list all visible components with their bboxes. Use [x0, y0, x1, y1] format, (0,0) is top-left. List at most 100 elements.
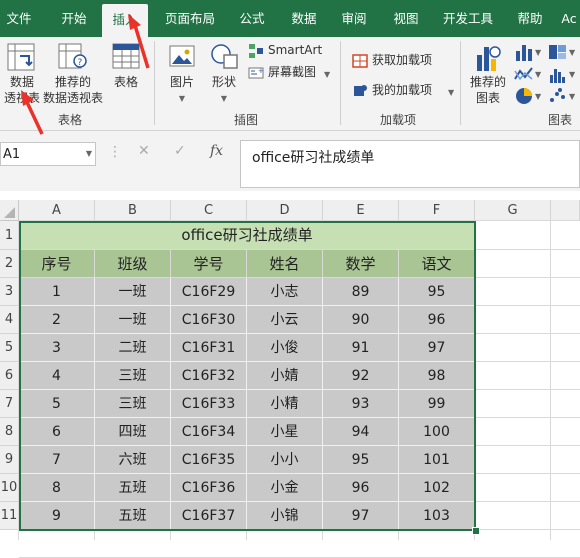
data-cell[interactable]: 3: [19, 334, 95, 362]
pie-chart-button[interactable]: ▼: [514, 87, 544, 107]
data-cell[interactable]: C16F35: [171, 446, 247, 474]
row-header-3[interactable]: 3: [0, 278, 19, 306]
data-cell[interactable]: 97: [323, 502, 399, 530]
row-header-7[interactable]: 7: [0, 390, 19, 418]
insert-function-icon[interactable]: fx: [210, 143, 223, 159]
data-cell[interactable]: 一班: [95, 306, 171, 334]
my-addins-button[interactable]: 我的加载项 ▼: [352, 81, 454, 101]
row-header-8[interactable]: 8: [0, 418, 19, 446]
data-cell[interactable]: C16F33: [171, 390, 247, 418]
data-cell[interactable]: 91: [323, 334, 399, 362]
column-header-f[interactable]: F: [399, 200, 475, 221]
data-cell[interactable]: 90: [323, 306, 399, 334]
data-cell[interactable]: 5: [19, 390, 95, 418]
data-cell[interactable]: 96: [323, 474, 399, 502]
tab-page-layout[interactable]: 页面布局: [158, 0, 222, 37]
column-chart-button[interactable]: ▼: [514, 43, 544, 63]
cancel-icon[interactable]: ✕: [138, 143, 150, 159]
column-heading-cell[interactable]: 语文: [399, 250, 475, 278]
column-heading-cell[interactable]: 数学: [323, 250, 399, 278]
data-cell[interactable]: 96: [399, 306, 475, 334]
column-header-c[interactable]: C: [171, 200, 247, 221]
drag-handle-icon[interactable]: ⋮: [108, 144, 122, 160]
data-cell[interactable]: C16F30: [171, 306, 247, 334]
table-button[interactable]: 表格: [108, 41, 144, 107]
data-cell[interactable]: 小小: [247, 446, 323, 474]
data-cell[interactable]: 小星: [247, 418, 323, 446]
data-cell[interactable]: 6: [19, 418, 95, 446]
data-cell[interactable]: 五班: [95, 502, 171, 530]
data-cell[interactable]: 92: [323, 362, 399, 390]
recommended-charts-button[interactable]: 推荐的 图表: [466, 41, 510, 107]
pivot-table-button[interactable]: 数据 透视表: [2, 41, 40, 107]
data-cell[interactable]: 三班: [95, 362, 171, 390]
hierarchy-chart-button[interactable]: ▼: [548, 43, 578, 63]
sheet-title-cell[interactable]: office研习社成绩单: [19, 221, 475, 250]
data-cell[interactable]: 9: [19, 502, 95, 530]
column-heading-cell[interactable]: 序号: [19, 250, 95, 278]
column-header-b[interactable]: B: [95, 200, 171, 221]
column-header-g[interactable]: G: [475, 200, 551, 221]
pictures-button[interactable]: 图片 ▼: [164, 41, 200, 107]
data-cell[interactable]: 小精: [247, 390, 323, 418]
data-cell[interactable]: 97: [399, 334, 475, 362]
screenshot-button[interactable]: + 屏幕截图 ▼: [248, 63, 334, 83]
data-cell[interactable]: 4: [19, 362, 95, 390]
tab-view[interactable]: 视图: [384, 0, 428, 37]
formula-input[interactable]: office研习社成绩单: [240, 140, 580, 188]
data-cell[interactable]: 小俊: [247, 334, 323, 362]
tab-help[interactable]: 帮助: [508, 0, 552, 37]
get-addins-button[interactable]: 获取加载项: [352, 51, 442, 71]
data-cell[interactable]: 二班: [95, 334, 171, 362]
data-cell[interactable]: 95: [323, 446, 399, 474]
data-cell[interactable]: 7: [19, 446, 95, 474]
line-chart-button[interactable]: ▼: [514, 65, 544, 85]
tab-data[interactable]: 数据: [282, 0, 326, 37]
data-cell[interactable]: 四班: [95, 418, 171, 446]
data-cell[interactable]: 95: [399, 278, 475, 306]
name-box-dropdown-icon[interactable]: ▼: [82, 142, 96, 166]
data-cell[interactable]: 94: [323, 418, 399, 446]
data-cell[interactable]: 小金: [247, 474, 323, 502]
tab-acrobat[interactable]: Ac: [558, 0, 580, 37]
data-cell[interactable]: 100: [399, 418, 475, 446]
data-cell[interactable]: C16F31: [171, 334, 247, 362]
enter-icon[interactable]: ✓: [174, 143, 186, 159]
row-header-11[interactable]: 11: [0, 502, 19, 530]
data-cell[interactable]: 89: [323, 278, 399, 306]
data-cell[interactable]: C16F36: [171, 474, 247, 502]
column-header-e[interactable]: E: [323, 200, 399, 221]
tab-formulas[interactable]: 公式: [230, 0, 274, 37]
data-cell[interactable]: 103: [399, 502, 475, 530]
tab-file[interactable]: 文件: [0, 0, 38, 37]
data-cell[interactable]: 小云: [247, 306, 323, 334]
fill-handle[interactable]: [472, 527, 480, 535]
tab-review[interactable]: 审阅: [332, 0, 376, 37]
data-cell[interactable]: 三班: [95, 390, 171, 418]
row-header-4[interactable]: 4: [0, 306, 19, 334]
row-header-1[interactable]: 1: [0, 221, 19, 250]
data-cell[interactable]: 99: [399, 390, 475, 418]
statistic-chart-button[interactable]: ▼: [548, 65, 578, 85]
column-header-d[interactable]: D: [247, 200, 323, 221]
data-cell[interactable]: 98: [399, 362, 475, 390]
data-cell[interactable]: 小婧: [247, 362, 323, 390]
smartart-button[interactable]: SmartArt: [248, 41, 334, 61]
data-cell[interactable]: C16F37: [171, 502, 247, 530]
data-cell[interactable]: 小锦: [247, 502, 323, 530]
tab-home[interactable]: 开始: [52, 0, 96, 37]
data-cell[interactable]: 102: [399, 474, 475, 502]
data-cell[interactable]: C16F29: [171, 278, 247, 306]
data-cell[interactable]: 小志: [247, 278, 323, 306]
row-header-10[interactable]: 10: [0, 474, 19, 502]
column-heading-cell[interactable]: 姓名: [247, 250, 323, 278]
data-cell[interactable]: 101: [399, 446, 475, 474]
data-cell[interactable]: 一班: [95, 278, 171, 306]
recommended-pivot-button[interactable]: ? 推荐的 数据透视表: [40, 41, 106, 107]
data-cell[interactable]: 五班: [95, 474, 171, 502]
scatter-chart-button[interactable]: ▼: [548, 87, 578, 107]
tab-developer[interactable]: 开发工具: [436, 0, 500, 37]
column-heading-cell[interactable]: 学号: [171, 250, 247, 278]
tab-insert[interactable]: 插入: [102, 4, 148, 37]
row-header-5[interactable]: 5: [0, 334, 19, 362]
